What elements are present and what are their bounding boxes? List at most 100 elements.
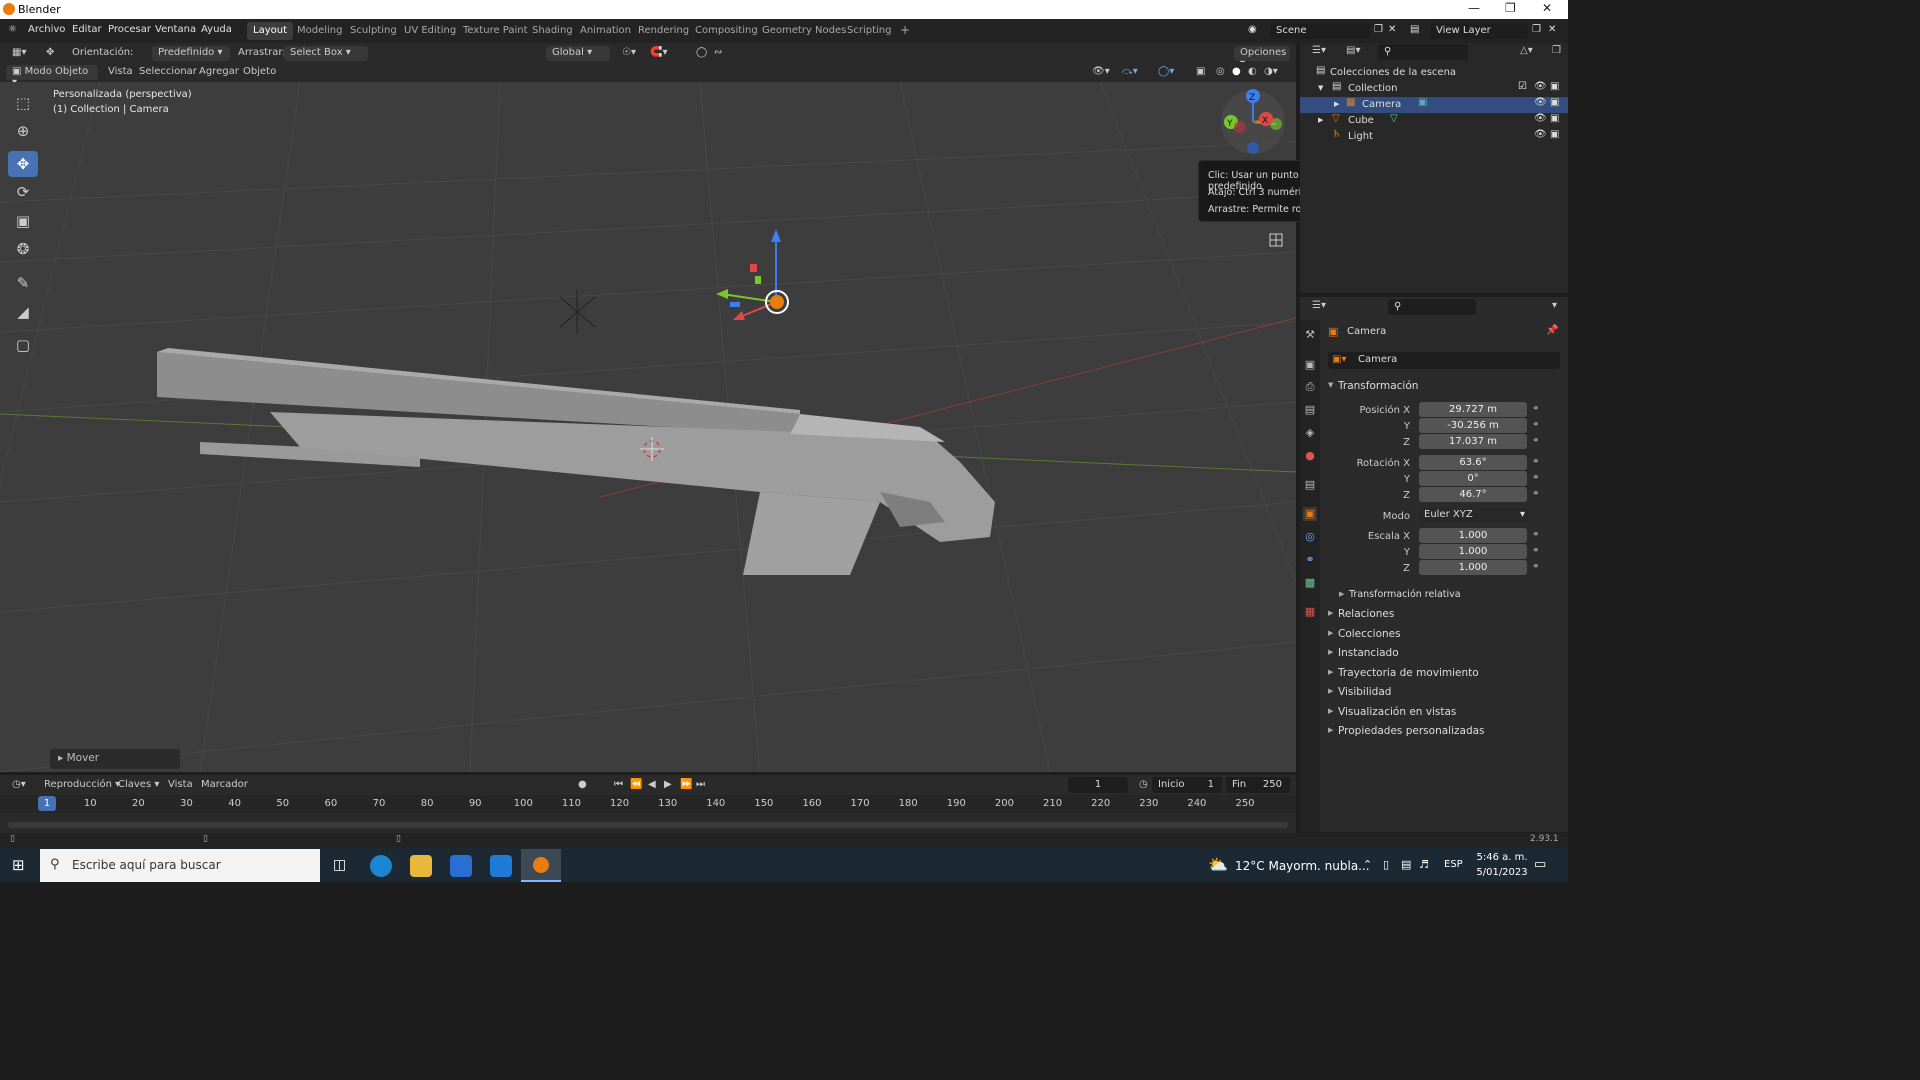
rotate-tool-icon[interactable]: ⟳ <box>8 179 38 205</box>
lock-rotation-z-icon[interactable]: ⚭ <box>1532 489 1540 499</box>
falloff-icon[interactable]: ∾ <box>708 46 728 61</box>
add-workspace-icon[interactable]: + <box>894 20 916 38</box>
pivot-point-icon[interactable]: ☉▾ <box>616 46 642 61</box>
mode-dropdown[interactable]: ▣ Modo Objeto ▾ <box>6 65 98 88</box>
network-icon[interactable]: ▤ <box>1401 858 1411 871</box>
outliner-editor-type-icon[interactable]: ☰▾ <box>1306 44 1332 59</box>
texture-tab-icon[interactable]: ▦ <box>1303 605 1317 619</box>
navigation-gizmo[interactable]: Z Y X <box>1221 89 1285 154</box>
copy-view-layer-icon[interactable]: ❐ <box>1532 24 1541 35</box>
lock-scale-y-icon[interactable]: ⚭ <box>1532 546 1540 556</box>
rotation-z-field[interactable]: 46.7° <box>1419 487 1527 502</box>
tab-compositing[interactable]: Compositing <box>689 22 764 40</box>
outliner-collection[interactable]: ▼ ▤ Collection ☑ 👁 ▣ <box>1300 81 1568 97</box>
close-window-icon[interactable]: ✕ <box>1542 1 1552 15</box>
new-collection-icon[interactable]: ❐ <box>1546 44 1567 59</box>
tab-shading[interactable]: Shading <box>526 22 579 40</box>
lock-position-y-icon[interactable]: ⚭ <box>1532 420 1540 430</box>
tab-rendering[interactable]: Rendering <box>632 22 695 40</box>
file-explorer-icon[interactable] <box>410 855 432 877</box>
scale-x-field[interactable]: 1.000 <box>1419 528 1527 543</box>
empty-light-object[interactable] <box>559 290 596 334</box>
camera-move-gizmo[interactable] <box>716 229 789 320</box>
lock-scale-z-icon[interactable]: ⚭ <box>1532 562 1540 572</box>
drag-dropdown[interactable]: Select Box ▾ <box>284 46 368 61</box>
menu-objeto[interactable]: Objeto <box>237 65 282 80</box>
physics-tab-icon[interactable]: ◎ <box>1303 530 1317 544</box>
object-data-tab-icon[interactable]: ▩ <box>1303 576 1317 590</box>
motion-paths-panel[interactable]: ▶ Trayectoria de movimiento <box>1328 667 1479 679</box>
instancing-panel[interactable]: ▶ Instanciado <box>1328 647 1399 659</box>
scene-icon[interactable]: ◉ <box>1248 24 1257 35</box>
transform-orientation-dropdown[interactable]: Global ▾ <box>546 46 610 61</box>
mesh-data-icon[interactable]: ▽ <box>1390 113 1398 124</box>
scale-tool-icon[interactable]: ▣ <box>8 208 38 234</box>
cube-render-icon[interactable]: ▣ <box>1550 113 1559 124</box>
start-frame-field[interactable]: Inicio 1 <box>1152 777 1222 793</box>
lock-position-x-icon[interactable]: ⚭ <box>1532 404 1540 414</box>
store-icon[interactable] <box>450 855 472 877</box>
rotation-x-field[interactable]: 63.6° <box>1419 455 1527 470</box>
properties-editor-type-icon[interactable]: ☰▾ <box>1306 299 1332 314</box>
tab-sculpting[interactable]: Sculpting <box>344 22 403 40</box>
outliner-item-camera[interactable]: ▶ ▩ Camera ▣ 👁 ▣ <box>1300 97 1568 113</box>
object-tab-icon[interactable]: ▣ <box>1303 507 1317 521</box>
render-tab-icon[interactable]: ▣ <box>1303 358 1317 372</box>
position-x-field[interactable]: 29.727 m <box>1419 402 1527 417</box>
rotation-y-field[interactable]: 0° <box>1419 471 1527 486</box>
scale-y-field[interactable]: 1.000 <box>1419 544 1527 559</box>
object-datablock-field[interactable]: ▣▾ Camera <box>1328 352 1560 369</box>
transform-panel-header[interactable]: ▼ Transformación <box>1328 380 1418 392</box>
exclude-checkbox[interactable]: ☑ <box>1518 81 1527 92</box>
properties-search[interactable]: ⚲ <box>1388 299 1476 315</box>
restore-icon[interactable]: ❐ <box>1505 1 1516 15</box>
3d-viewport[interactable]: Z Y X Personalizada (perspectiva) (1) Co… <box>0 82 1296 772</box>
blender-taskbar-button[interactable] <box>521 849 561 882</box>
view-layer-icon[interactable]: ▤ <box>1410 24 1419 35</box>
xray-icon[interactable]: ▣ <box>1190 65 1211 80</box>
tab-uv-editing[interactable]: UV Editing <box>398 22 462 40</box>
scene-tab-icon[interactable]: ◈ <box>1303 426 1317 440</box>
camera-data-icon[interactable]: ▣ <box>1418 97 1427 108</box>
blender-menu-icon[interactable]: ⚛ <box>8 24 17 35</box>
outliner-item-light[interactable]: ♄ Light 👁 ▣ <box>1300 129 1568 145</box>
timeline-scrollbar[interactable] <box>8 822 1288 828</box>
editor-type-icon[interactable]: ▦▾ <box>6 46 32 61</box>
menu-ayuda[interactable]: Ayuda <box>201 24 232 35</box>
rotation-mode-dropdown[interactable]: Euler XYZ ▾ <box>1419 508 1529 523</box>
display-mode-icon[interactable]: ▤▾ <box>1340 44 1366 59</box>
measure-tool-icon[interactable]: ◢ <box>8 299 38 325</box>
weather-text[interactable]: 12°C Mayorm. nubla... <box>1235 859 1370 873</box>
lock-rotation-y-icon[interactable]: ⚭ <box>1532 473 1540 483</box>
tab-geometry-nodes[interactable]: Geometry Nodes <box>756 22 852 40</box>
task-view-icon[interactable]: ◫ <box>333 857 346 873</box>
add-cube-tool-icon[interactable]: ▢ <box>8 332 38 358</box>
lock-rotation-x-icon[interactable]: ⚭ <box>1532 457 1540 467</box>
outliner-search[interactable]: ⚲ <box>1378 44 1468 60</box>
delete-scene-icon[interactable]: ✕ <box>1388 24 1396 35</box>
ortho-toggle-icon[interactable] <box>1269 233 1283 247</box>
constraints-tab-icon[interactable]: ⚭ <box>1303 553 1317 567</box>
menu-marcador[interactable]: Marcador <box>195 778 254 793</box>
camera-eye-icon[interactable]: 👁 <box>1534 97 1547 108</box>
select-box-tool-icon[interactable]: ⬚ <box>8 90 38 116</box>
record-icon[interactable]: ● <box>572 778 593 793</box>
viewport-display-panel[interactable]: ▶ Visualización en vistas <box>1328 706 1456 718</box>
current-frame-field[interactable]: 1 <box>1068 777 1128 793</box>
visibility-filter-icon[interactable]: 👁▾ <box>1086 65 1116 80</box>
tab-texture-paint[interactable]: Texture Paint <box>457 22 534 40</box>
render-camera-icon[interactable]: ▣ <box>1550 81 1559 92</box>
world-tab-icon[interactable]: ● <box>1303 449 1317 463</box>
options-dropdown[interactable]: Opciones ▾ <box>1234 46 1290 69</box>
collection-tab-icon[interactable]: ▤ <box>1303 478 1317 492</box>
menu-editar[interactable]: Editar <box>72 24 102 35</box>
collection-expand-icon[interactable]: ▼ <box>1318 84 1323 92</box>
lock-scale-x-icon[interactable]: ⚭ <box>1532 530 1540 540</box>
cursor-tool-icon[interactable]: ⊕ <box>8 118 38 144</box>
relative-transform-panel[interactable]: ▶ Transformación relativa <box>1339 589 1461 600</box>
tab-scripting[interactable]: Scripting <box>841 22 897 40</box>
edge-browser-icon[interactable] <box>370 855 392 877</box>
orientation-dropdown[interactable]: Predefinido ▾ <box>152 46 230 61</box>
camera-render-icon[interactable]: ▣ <box>1550 97 1559 108</box>
rifle-model[interactable] <box>157 348 995 575</box>
